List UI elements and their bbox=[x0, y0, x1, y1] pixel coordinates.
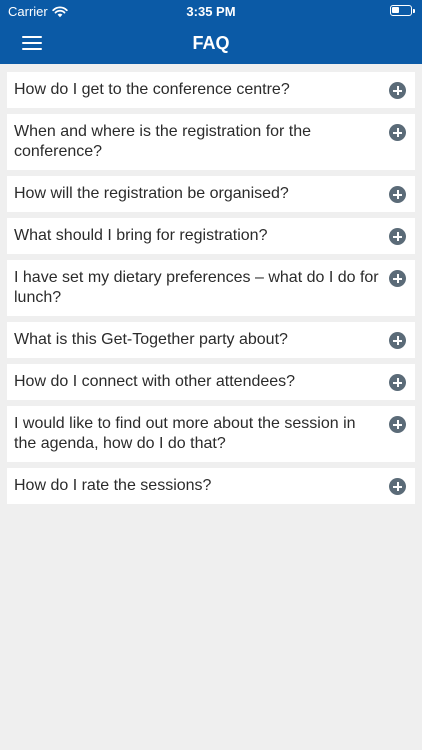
expand-plus-icon[interactable] bbox=[389, 82, 406, 99]
faq-question: I would like to find out more about the … bbox=[14, 415, 356, 452]
faq-question: How do I get to the conference centre? bbox=[14, 81, 290, 98]
faq-item[interactable]: How do I connect with other attendees? bbox=[7, 364, 415, 400]
faq-question: I have set my dietary preferences – what… bbox=[14, 269, 379, 306]
faq-screen: Carrier 3:35 PM FAQ How do I get to the … bbox=[0, 0, 422, 750]
faq-list: How do I get to the conference centre? W… bbox=[7, 72, 415, 510]
expand-plus-icon[interactable] bbox=[389, 374, 406, 391]
faq-question: What is this Get-Together party about? bbox=[14, 331, 288, 348]
app-header: Carrier 3:35 PM FAQ bbox=[0, 0, 422, 64]
expand-plus-icon[interactable] bbox=[389, 186, 406, 203]
expand-plus-icon[interactable] bbox=[389, 332, 406, 349]
page-title: FAQ bbox=[192, 33, 230, 53]
expand-plus-icon[interactable] bbox=[389, 270, 406, 287]
faq-question: How do I connect with other attendees? bbox=[14, 373, 296, 390]
faq-item[interactable]: How will the registration be organised? bbox=[7, 176, 415, 212]
faq-item[interactable]: When and where is the registration for t… bbox=[7, 114, 415, 170]
faq-question: What should I bring for registration? bbox=[14, 227, 268, 244]
expand-plus-icon[interactable] bbox=[389, 478, 406, 495]
faq-item[interactable]: What is this Get-Together party about? bbox=[7, 322, 415, 358]
faq-question: How do I rate the sessions? bbox=[14, 477, 212, 494]
faq-question: When and where is the registration for t… bbox=[14, 123, 312, 160]
navigation-bar: FAQ bbox=[0, 22, 422, 64]
faq-question: How will the registration be organised? bbox=[14, 185, 289, 202]
battery-level bbox=[392, 7, 399, 13]
faq-item[interactable]: How do I rate the sessions? bbox=[7, 468, 415, 504]
battery-icon bbox=[390, 5, 415, 16]
faq-item[interactable]: I have set my dietary preferences – what… bbox=[7, 260, 415, 316]
expand-plus-icon[interactable] bbox=[389, 228, 406, 245]
faq-item[interactable]: I would like to find out more about the … bbox=[7, 406, 415, 462]
status-time: 3:35 PM bbox=[186, 4, 236, 19]
faq-item[interactable]: How do I get to the conference centre? bbox=[7, 72, 415, 108]
expand-plus-icon[interactable] bbox=[389, 416, 406, 433]
faq-item[interactable]: What should I bring for registration? bbox=[7, 218, 415, 254]
status-bar: Carrier 3:35 PM bbox=[0, 0, 422, 22]
expand-plus-icon[interactable] bbox=[389, 124, 406, 141]
